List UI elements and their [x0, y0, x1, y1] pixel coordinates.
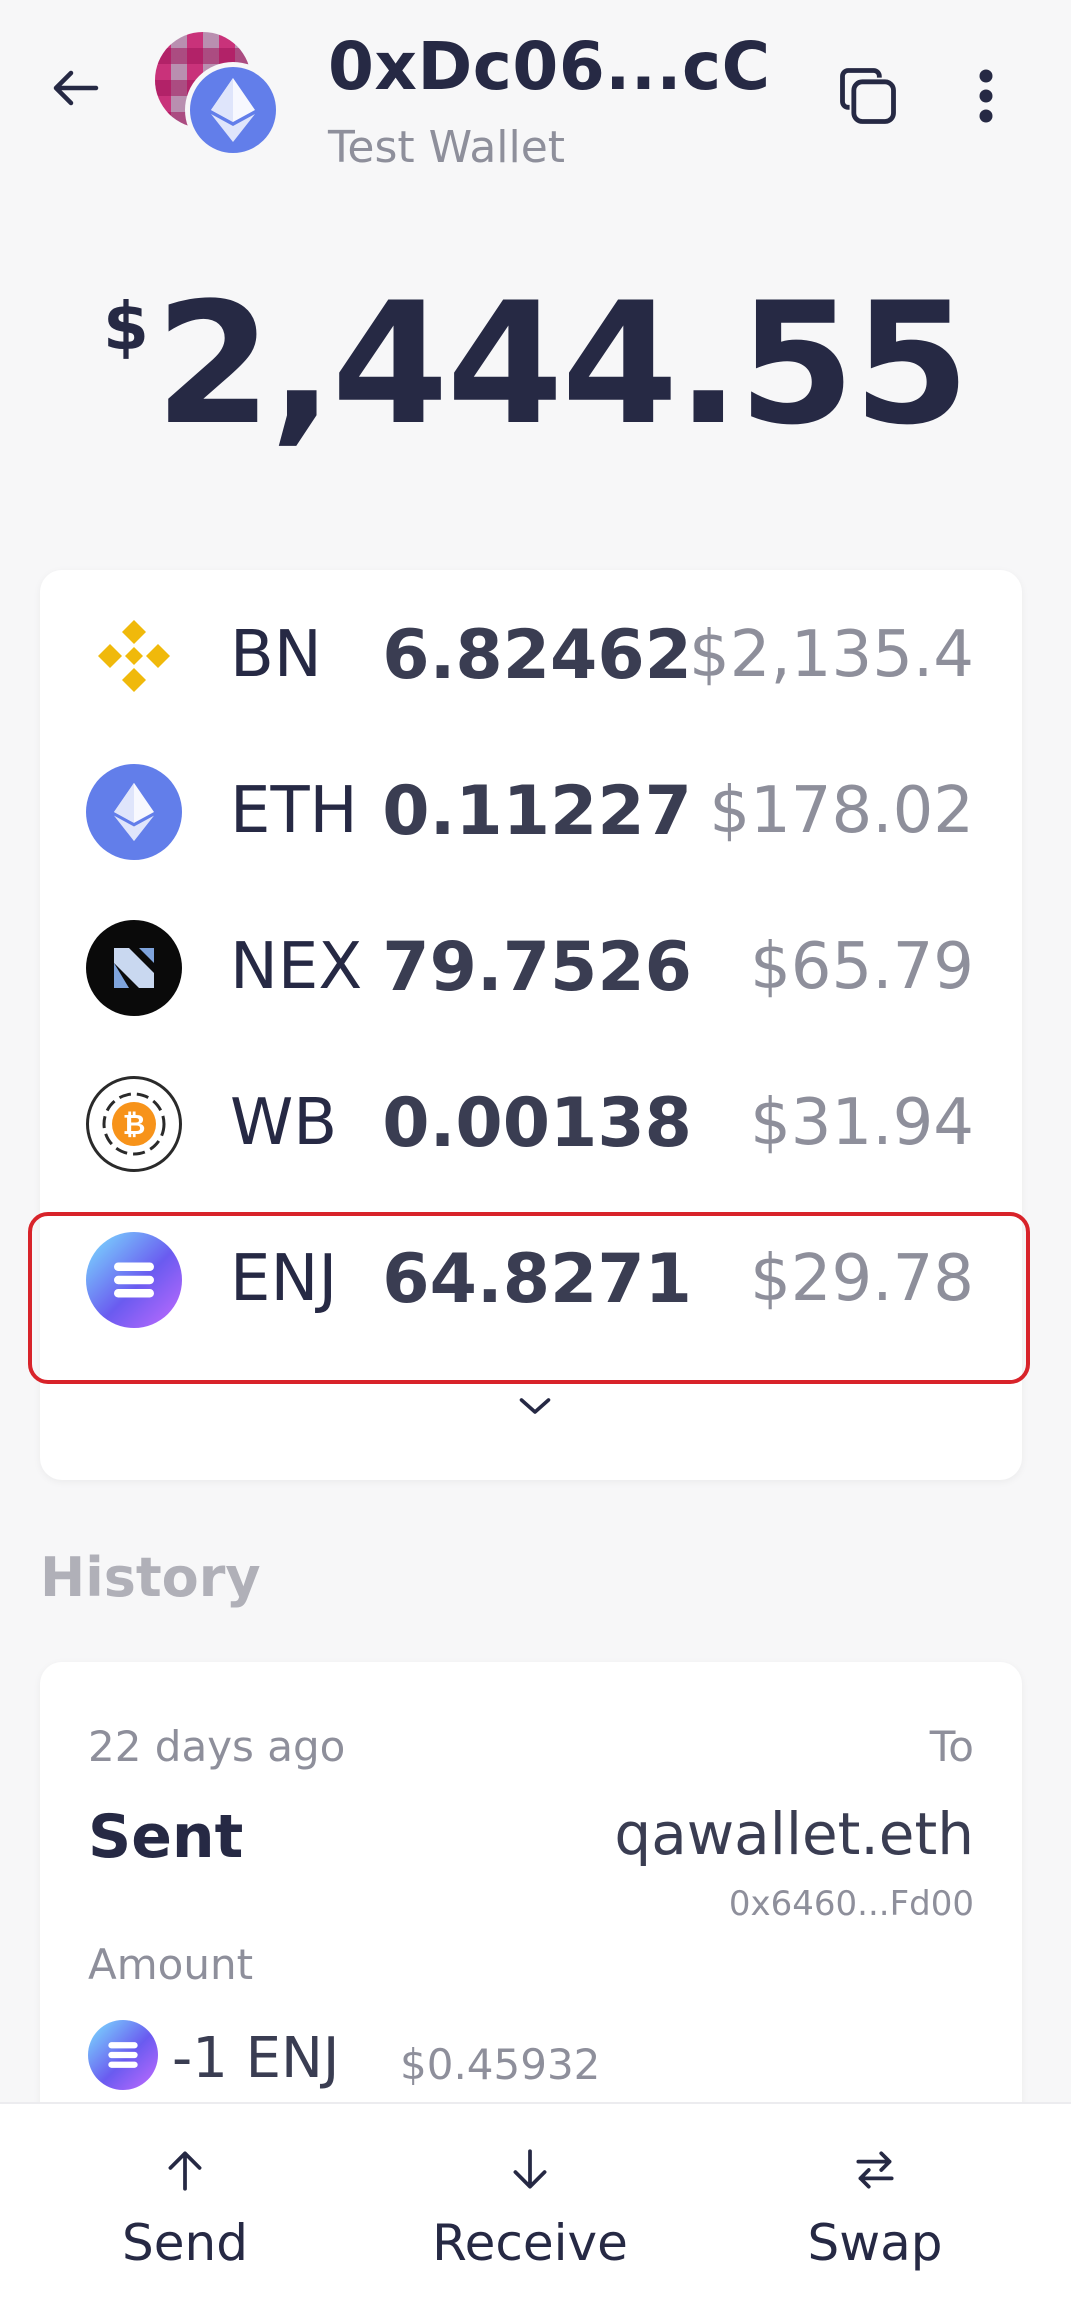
asset-amount: 6.82462	[382, 616, 692, 695]
bottom-action-bar: Send Receive Swap	[0, 2102, 1071, 2307]
asset-row-wb[interactable]: ₿ WB 0.00138 $31.94	[40, 1038, 1022, 1194]
asset-symbol: ENJ	[230, 1242, 338, 1316]
wallet-avatar	[155, 32, 285, 162]
total-balance: $ 2,444.55	[0, 280, 1071, 448]
amount-label: Amount	[88, 1940, 254, 1989]
balance-amount: 2,444.55	[154, 266, 970, 462]
enjin-icon	[88, 2020, 158, 2090]
assets-list: BN 6.82462 $2,135.4 ETH 0.11227 $178.02	[40, 570, 1022, 1480]
more-options-button[interactable]	[956, 56, 1016, 136]
wallet-name: Test Wallet	[328, 122, 566, 173]
more-vertical-icon	[979, 69, 993, 123]
recipient-label: To	[929, 1722, 974, 1771]
asset-row-enj[interactable]: ENJ 64.8271 $29.78	[40, 1194, 1022, 1350]
chevron-down-icon	[519, 1398, 551, 1414]
arrow-left-icon	[53, 70, 99, 106]
binance-icon	[86, 608, 182, 704]
header: 0xDc06...cC Test Wallet	[0, 0, 1071, 190]
swap-button[interactable]: Swap	[745, 2104, 1005, 2307]
wallet-address: 0xDc06...cC	[328, 28, 771, 105]
asset-amount: 0.00138	[382, 1084, 692, 1163]
asset-amount: 64.8271	[382, 1240, 692, 1319]
swap-arrows-icon	[856, 2151, 894, 2189]
ethereum-network-icon	[185, 62, 281, 158]
asset-row-bn[interactable]: BN 6.82462 $2,135.4	[40, 570, 1022, 726]
nexo-icon	[86, 920, 182, 1016]
transaction-date: 22 days ago	[88, 1722, 346, 1771]
currency-symbol: $	[103, 288, 149, 365]
copy-address-button[interactable]	[828, 56, 908, 136]
receive-button[interactable]: Receive	[400, 2104, 660, 2307]
recipient-address: 0x6460...Fd00	[728, 1884, 974, 1924]
transaction-fiat-value: $0.45932	[400, 2040, 601, 2089]
ethereum-icon	[86, 764, 182, 860]
asset-symbol: BN	[230, 618, 322, 692]
asset-value: $29.78	[750, 1242, 974, 1316]
swap-label: Swap	[807, 2214, 943, 2272]
asset-value: $31.94	[750, 1086, 974, 1160]
recipient-name: qawallet.eth	[614, 1800, 974, 1868]
asset-amount: 79.7526	[382, 928, 692, 1007]
svg-text:₿: ₿	[123, 1108, 146, 1141]
arrow-up-icon	[168, 2151, 202, 2191]
asset-value: $2,135.4	[689, 618, 974, 692]
asset-amount: 0.11227	[382, 772, 692, 851]
history-title: History	[40, 1546, 261, 1609]
wallet-screen: 0xDc06...cC Test Wallet $ 2,444.55 BN 6.…	[0, 0, 1071, 2307]
copy-icon	[840, 68, 896, 124]
asset-symbol: ETH	[230, 774, 358, 848]
send-button[interactable]: Send	[55, 2104, 315, 2307]
asset-value: $178.02	[709, 774, 974, 848]
expand-assets-button[interactable]	[500, 1386, 570, 1426]
arrow-down-icon	[513, 2149, 547, 2189]
transaction-type: Sent	[88, 1802, 244, 1872]
wrapped-bitcoin-icon: ₿	[86, 1076, 182, 1172]
asset-symbol: NEX	[230, 930, 363, 1004]
enjin-icon	[86, 1232, 182, 1328]
receive-label: Receive	[432, 2214, 628, 2272]
send-label: Send	[122, 2214, 248, 2272]
asset-symbol: WB	[230, 1086, 338, 1160]
back-button[interactable]	[40, 52, 112, 124]
asset-value: $65.79	[750, 930, 974, 1004]
asset-row-nex[interactable]: NEX 79.7526 $65.79	[40, 882, 1022, 1038]
asset-row-eth[interactable]: ETH 0.11227 $178.02	[40, 726, 1022, 882]
transaction-amount: -1 ENJ	[172, 2026, 340, 2091]
